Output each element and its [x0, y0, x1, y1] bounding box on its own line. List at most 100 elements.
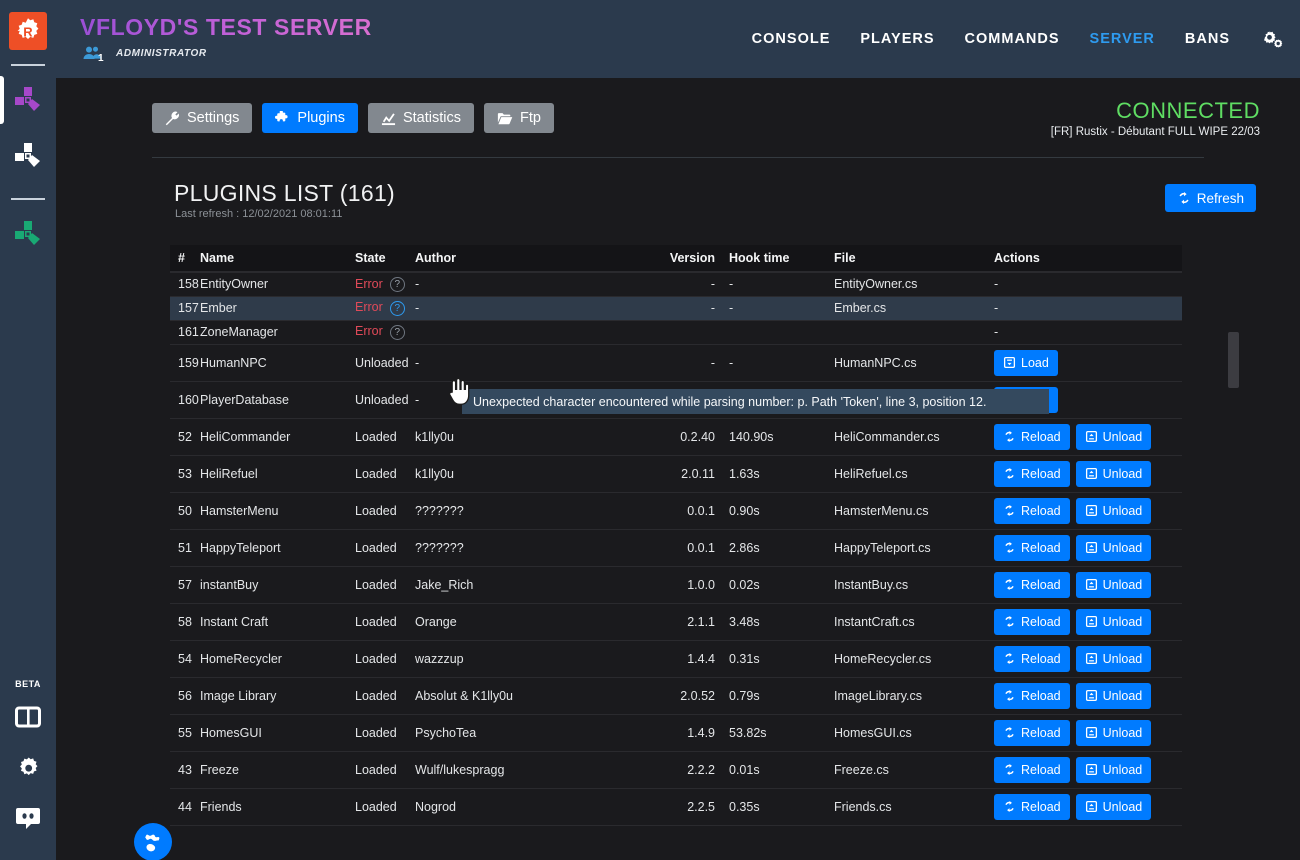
error-help-icon[interactable]: ?	[389, 300, 405, 316]
reload-button[interactable]: Reload	[994, 460, 1070, 487]
cell-state: Loaded	[355, 788, 415, 826]
cell-state: Loaded	[355, 677, 415, 715]
reload-label: Reload	[1021, 614, 1061, 629]
table-row[interactable]: 44 Friends Loaded Nogrod 2.2.5 0.35s Friends.c…	[170, 788, 1182, 826]
cell-number: 161	[170, 320, 200, 345]
table-row[interactable]: 50 HamsterMenu Loaded??????? 0.0.1 0.90s Hams…	[170, 492, 1182, 530]
table-row[interactable]: 51 HappyTeleport Loaded??????? 0.0.1 2.86s Ha…	[170, 529, 1182, 567]
reload-icon	[1005, 541, 1014, 554]
unload-button[interactable]: Unload	[1075, 423, 1152, 450]
unload-button[interactable]: Unload	[1075, 497, 1152, 524]
sidebar-item-layout[interactable]	[0, 692, 56, 742]
cell-version: -	[665, 344, 719, 382]
cell-actions: -	[994, 296, 1182, 321]
cell-number: 158	[170, 272, 200, 297]
cell-hooktime: 53.82s	[719, 714, 834, 752]
language-globe-button[interactable]	[134, 823, 172, 860]
cell-state: Unloaded	[355, 344, 415, 382]
table-scrollbar-thumb[interactable]	[1228, 332, 1239, 388]
error-help-icon[interactable]: ?	[389, 324, 405, 340]
reload-button[interactable]: Reload	[994, 534, 1070, 561]
cell-version: 1.4.9	[665, 714, 719, 752]
pointer-hand-icon	[448, 377, 470, 405]
cell-hooktime: 140.90s	[719, 418, 834, 456]
cell-file: HeliCommander.cs	[834, 418, 994, 456]
reload-button[interactable]: Reload	[994, 756, 1070, 783]
table-row[interactable]: 157 Ember Error? - - - Ember.cs -	[170, 296, 1182, 321]
table-row[interactable]: 54 HomeRecycler Loaded wazzzup 1.4.4 0.31s Hom…	[170, 640, 1182, 678]
cell-name: instantBuy	[200, 566, 355, 604]
tab-settings[interactable]: Settings	[152, 103, 253, 133]
col-author[interactable]: Author	[415, 245, 665, 273]
col-number[interactable]: #	[170, 245, 200, 273]
table-row[interactable]: 58 Instant Craft Loaded Orange 2.1.1 3.48s Ins…	[170, 603, 1182, 641]
main-nav: CONSOLE PLAYERS COMMANDS SERVER BANS	[752, 0, 1284, 78]
table-row[interactable]: 53 HeliRefuel Loaded k1lly0u 2.0.11 1.63s Heli…	[170, 455, 1182, 493]
rust-logo[interactable]: R	[9, 12, 47, 50]
table-row[interactable]: 55 HomesGUI Loaded PsychoTea 1.4.9 53.82s Home…	[170, 714, 1182, 752]
unload-label: Unload	[1102, 651, 1143, 666]
plugins-table-body: 158 EntityOwner Error? - - - EntityOwner.cs -15…	[170, 272, 1182, 826]
table-row[interactable]: 43 Freeze Loaded Wulf/lukespragg 2.2.2 0.01s F…	[170, 751, 1182, 789]
reload-button[interactable]: Reload	[994, 719, 1070, 746]
reload-button[interactable]: Reload	[994, 497, 1070, 524]
table-row[interactable]: 57 instantBuy Loaded Jake_Rich 1.0.0 0.02s Ins…	[170, 566, 1182, 604]
unload-button[interactable]: Unload	[1075, 793, 1152, 820]
cell-author: -	[415, 272, 665, 297]
table-row[interactable]: 158 EntityOwner Error? - - - EntityOwner.cs -	[170, 272, 1182, 297]
tab-plugins[interactable]: Plugins	[262, 103, 358, 133]
nav-item-server[interactable]: SERVER	[1090, 31, 1155, 47]
load-button[interactable]: Load	[994, 349, 1058, 376]
unload-button[interactable]: Unload	[1075, 719, 1152, 746]
unload-button[interactable]: Unload	[1075, 682, 1152, 709]
table-row[interactable]: 161 ZoneManager Error? -	[170, 320, 1182, 345]
unload-button[interactable]: Unload	[1075, 534, 1152, 561]
col-state[interactable]: State	[355, 245, 415, 273]
reload-icon	[1005, 615, 1014, 628]
table-row[interactable]: 52 HeliCommander Loaded k1lly0u 0.2.40 140.90…	[170, 418, 1182, 456]
unload-button[interactable]: Unload	[1075, 645, 1152, 672]
tab-ftp[interactable]: Ftp	[483, 103, 554, 133]
sidebar-item-server-purple[interactable]	[0, 72, 56, 128]
cell-file: Ember.cs	[834, 296, 994, 321]
nav-item-players[interactable]: PLAYERS	[860, 31, 934, 47]
table-row[interactable]: 56 Image Library Loaded Absolut & K1lly0u 2.…	[170, 677, 1182, 715]
col-name[interactable]: Name	[200, 245, 355, 273]
sidebar-item-discord[interactable]	[0, 792, 56, 842]
reload-button[interactable]: Reload	[994, 682, 1070, 709]
cell-file: HomeRecycler.cs	[834, 640, 994, 678]
unload-icon	[1085, 467, 1097, 480]
sidebar-item-server-green[interactable]	[0, 206, 56, 262]
nav-settings-button[interactable]	[1260, 28, 1284, 50]
nav-item-console[interactable]: CONSOLE	[752, 31, 831, 47]
refresh-button[interactable]: Refresh	[1164, 184, 1256, 212]
reload-button[interactable]: Reload	[994, 608, 1070, 635]
unload-label: Unload	[1102, 577, 1143, 592]
col-hooktime[interactable]: Hook time	[719, 245, 834, 273]
reload-button[interactable]: Reload	[994, 571, 1070, 598]
reload-button[interactable]: Reload	[994, 423, 1070, 450]
server-purple-icon	[15, 87, 40, 111]
col-file[interactable]: File	[834, 245, 994, 273]
cell-name: Friends	[200, 788, 355, 826]
error-help-icon[interactable]: ?	[389, 276, 405, 292]
unload-button[interactable]: Unload	[1075, 571, 1152, 598]
nav-item-commands[interactable]: COMMANDS	[965, 31, 1060, 47]
nav-item-bans[interactable]: BANS	[1185, 31, 1230, 47]
cell-version: -	[665, 296, 719, 321]
tab-statistics[interactable]: Statistics	[367, 103, 474, 133]
reload-button[interactable]: Reload	[994, 645, 1070, 672]
table-scrollbar[interactable]	[1228, 332, 1239, 840]
unload-button[interactable]: Unload	[1075, 460, 1152, 487]
cell-number: 57	[170, 566, 200, 604]
sidebar-item-server-white[interactable]	[0, 128, 56, 184]
col-version[interactable]: Version	[665, 245, 719, 273]
cell-hooktime: 2.86s	[719, 529, 834, 567]
unload-button[interactable]: Unload	[1075, 608, 1152, 635]
unload-button[interactable]: Unload	[1075, 756, 1152, 783]
reload-button[interactable]: Reload	[994, 793, 1070, 820]
layout-icon	[15, 706, 41, 728]
tab-statistics-label: Statistics	[402, 110, 461, 126]
sidebar-item-settings[interactable]	[0, 742, 56, 792]
table-row[interactable]: 159 HumanNPC Unloaded - - - HumanNPC.cs Load	[170, 344, 1182, 382]
